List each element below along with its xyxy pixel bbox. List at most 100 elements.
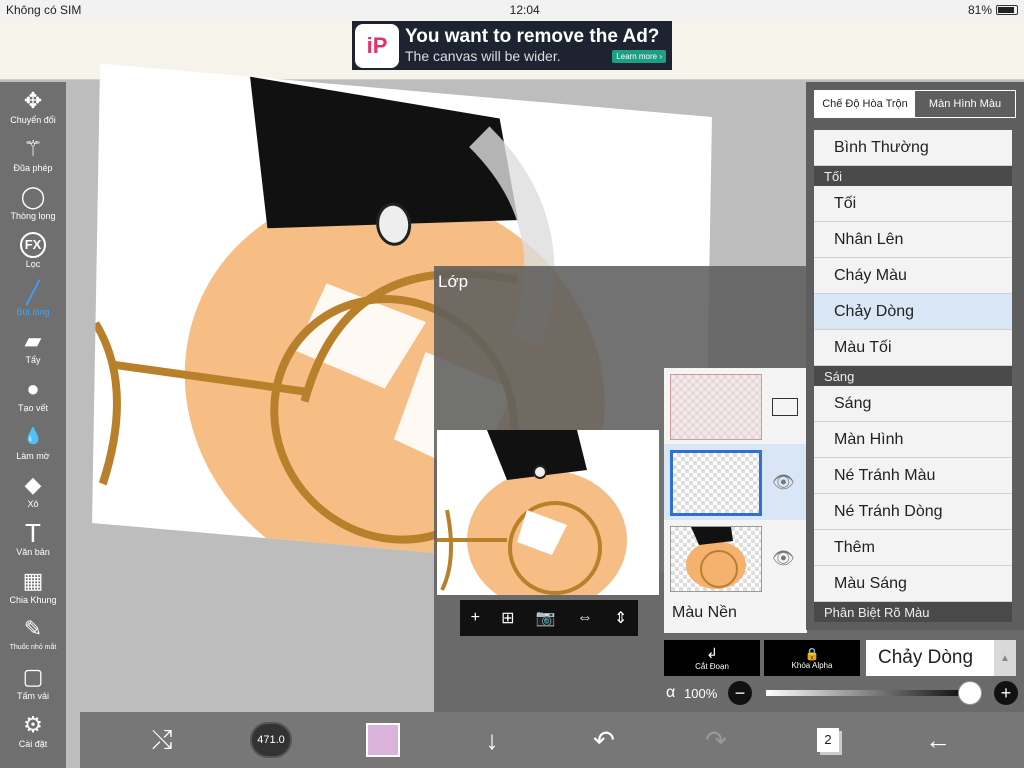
clip-arrow-icon: ↲ (706, 645, 718, 661)
blend-group-header: Sáng (814, 366, 1012, 386)
undo-icon[interactable]: ↶ (584, 722, 624, 758)
blend-tabs: Chế Độ Hòa Trộn Màn Hình Màu (814, 90, 1016, 118)
blend-mode-select[interactable]: Chảy Dòng (866, 640, 994, 676)
background-color-label[interactable]: Màu Nền (672, 604, 737, 622)
layer-row-selected[interactable]: 👁 (664, 444, 807, 520)
lock-icon: 🔒 (804, 646, 820, 661)
move-icon: ✥ (23, 88, 43, 113)
tool-magic-wand[interactable]: ⚚ Đũa phép (0, 130, 66, 178)
battery-icon (996, 5, 1018, 15)
tool-brush[interactable]: ╱ Bút lông (0, 274, 66, 322)
tool-blur[interactable]: 💧 Làm mờ (0, 418, 66, 466)
blend-group-header: Phân Biệt Rõ Màu (814, 602, 1012, 622)
blend-group-header: Tối (814, 166, 1012, 186)
add-image-layer-button[interactable]: ⊞ (501, 608, 514, 628)
eye-icon[interactable]: 👁 (772, 548, 798, 568)
text-icon: T (25, 518, 41, 548)
layers-button[interactable]: 2 (808, 722, 848, 758)
tab-color-screen[interactable]: Màn Hình Màu (915, 91, 1015, 117)
clipping-indicator (772, 398, 798, 416)
layer-row[interactable] (664, 368, 807, 444)
blend-mode-option[interactable]: Né Tránh Dòng (814, 494, 1012, 530)
layer-options-bar: ↲ Cắt Đoạn 🔒 Khóa Alpha Chảy Dòng ▲ (664, 640, 1024, 676)
battery: 81% (968, 3, 1018, 17)
smudge-icon: ● (26, 376, 40, 401)
layer-panel-title: Lớp (438, 272, 469, 291)
eye-icon[interactable]: 👁 (772, 472, 798, 492)
blend-mode-option[interactable]: Màn Hình (814, 422, 1012, 458)
layer-action-bar: + ⊞ 📷 ⇔ ⇕ (460, 600, 638, 636)
frame-divider-icon: ▦ (22, 568, 44, 593)
ad-banner[interactable]: iP You want to remove the Ad? The canvas… (352, 21, 672, 70)
layer-list: 👁 👁 Màu Nền (664, 368, 807, 633)
layer-row[interactable]: 👁 (664, 520, 807, 596)
add-layer-button[interactable]: + (471, 609, 480, 627)
magic-wand-icon: ⚚ (23, 136, 43, 161)
alpha-lock-button[interactable]: 🔒 Khóa Alpha (764, 640, 860, 676)
opacity-decrease-button[interactable]: − (728, 681, 752, 705)
tool-bucket[interactable]: ◆ Xô (0, 466, 66, 514)
blend-mode-option[interactable]: Chảy Dòng (814, 294, 1012, 330)
blend-mode-option[interactable]: Nhân Lên (814, 222, 1012, 258)
bucket-icon: ◆ (24, 472, 42, 497)
opacity-row: α 100% − + (664, 680, 1024, 708)
chevron-up-icon[interactable]: ▲ (994, 640, 1016, 676)
blend-mode-panel: Chế Độ Hòa Trộn Màn Hình Màu Bình Thường… (806, 82, 1024, 630)
blend-mode-list: Bình Thường Tối Tối Nhân Lên Cháy Màu Chảy Dò… (814, 130, 1012, 622)
eraser-icon: ▰ (24, 328, 42, 353)
status-bar: Không có SIM 12:04 81% (0, 0, 1024, 20)
tool-lasso[interactable]: ◯ Thòng lọng (0, 178, 66, 226)
droplet-icon: 💧 (23, 428, 43, 445)
layers-count: 2 (817, 728, 839, 752)
tool-text[interactable]: T Văn bản (0, 514, 66, 562)
canvas-icon: ▢ (22, 664, 44, 689)
fx-icon: FX (20, 232, 46, 258)
tool-eraser[interactable]: ▰ Tẩy (0, 322, 66, 370)
blend-mode-option[interactable]: Thêm (814, 530, 1012, 566)
learn-more-button[interactable]: Learn more › (612, 50, 666, 63)
back-arrow-icon[interactable]: ← (918, 722, 958, 758)
layer-thumbnail (670, 374, 762, 440)
blend-mode-option[interactable]: Tối (814, 186, 1012, 222)
bottom-toolbar: ⤭ 471.0 ↓ ↶ ↷ 2 ← (80, 712, 1024, 768)
blend-mode-option[interactable]: Sáng (814, 386, 1012, 422)
flip-vertical-icon[interactable]: ⇕ (614, 608, 627, 628)
alpha-symbol: α (666, 684, 676, 701)
opacity-increase-button[interactable]: + (994, 681, 1018, 705)
blend-mode-option[interactable]: Màu Tối (814, 330, 1012, 366)
preview-artwork (437, 430, 627, 595)
tool-transform[interactable]: ✥ Chuyển đổi (0, 82, 66, 130)
clip-button[interactable]: ↲ Cắt Đoạn (664, 640, 760, 676)
flip-horizontal-icon[interactable]: ⇔ (577, 609, 593, 627)
carrier-label: Không có SIM (6, 3, 82, 17)
redo-icon[interactable]: ↷ (696, 722, 736, 758)
color-swatch[interactable] (366, 723, 400, 757)
tool-smudge[interactable]: ● Tạo vết (0, 370, 66, 418)
transform-selection-icon[interactable]: ⤭ (142, 722, 182, 758)
blend-mode-option[interactable]: Bình Thường (814, 130, 1012, 166)
battery-percent: 81% (967, 3, 992, 17)
layer-thumbnail (670, 450, 762, 516)
arrow-down-icon[interactable]: ↓ (472, 722, 512, 758)
opacity-slider[interactable] (766, 690, 976, 696)
brush-size-button[interactable]: 471.0 (250, 722, 292, 758)
lasso-icon: ◯ (20, 184, 46, 209)
tool-canvas[interactable]: ▢ Tấm vải (0, 658, 66, 706)
brush-icon: ╱ (26, 280, 40, 305)
blend-mode-option[interactable]: Né Tránh Màu (814, 458, 1012, 494)
blend-mode-option[interactable]: Cháy Màu (814, 258, 1012, 294)
ad-title: You want to remove the Ad? (405, 25, 660, 47)
tool-settings[interactable]: ⚙ Cài đặt (0, 706, 66, 754)
app-logo-icon: iP (355, 23, 399, 68)
tool-frame-divider[interactable]: ▦ Chia Khung (0, 562, 66, 610)
layer-thumbnail (670, 526, 762, 592)
clock: 12:04 (509, 3, 540, 17)
eyedropper-icon: ✎ (23, 616, 43, 641)
tool-sidebar: ✥ Chuyển đổi ⚚ Đũa phép ◯ Thòng lọng FX Lọc … (0, 82, 66, 768)
opacity-slider-knob[interactable] (958, 681, 982, 705)
tool-eyedropper[interactable]: ✎ Thuốc nhỏ mắt (0, 610, 66, 658)
blend-mode-option[interactable]: Màu Sáng (814, 566, 1012, 602)
tool-filter[interactable]: FX Lọc (0, 226, 66, 274)
tab-blend-mode[interactable]: Chế Độ Hòa Trộn (815, 91, 915, 117)
camera-icon[interactable]: 📷 (536, 608, 556, 628)
